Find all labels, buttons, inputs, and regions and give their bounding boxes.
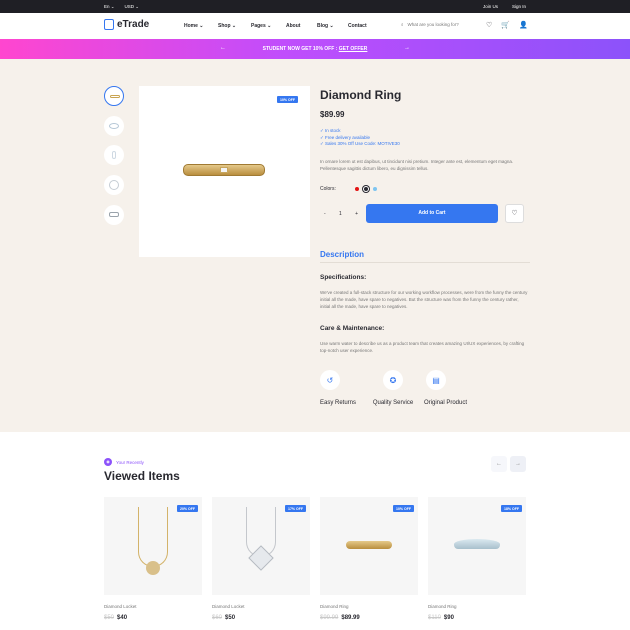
nav-shop[interactable]: Shop ⌄ [218, 23, 251, 29]
color-selector: Colors: [320, 186, 377, 192]
join-link[interactable]: Join Us [483, 4, 498, 9]
discount-badge: 20% OFF [177, 505, 198, 512]
card-name: Diamond Ring [320, 604, 349, 609]
discount-badge: 10% OFF [277, 96, 298, 103]
quantity-stepper: - 1 + [320, 204, 362, 223]
banner-text: STUDENT NOW GET 10% OFF : [262, 46, 339, 52]
top-bar: En ⌄ USD ⌄ Join Us Sign In [0, 0, 630, 13]
prev-arrow-icon[interactable]: ← [491, 456, 507, 472]
locket-image [138, 507, 168, 567]
bag-icon [104, 19, 114, 30]
color-swatch-red[interactable] [354, 187, 359, 191]
ring-image [183, 164, 265, 176]
feature-item: ✓ Sales 30% Off Use Code: MOTIVE30 [320, 141, 400, 146]
main-nav: Home ⌄ Shop ⌄ Pages ⌄ About Blog ⌄ Conta… [184, 23, 367, 29]
heart-icon[interactable]: ♡ [486, 21, 492, 29]
return-icon: ↺ [320, 370, 340, 390]
care-text: Use warm water to describe us as a produ… [320, 341, 525, 353]
search-input[interactable]: ⌕ What are you looking for? [401, 22, 459, 27]
product-card[interactable]: 18% OFF [428, 497, 526, 595]
thumbnail[interactable] [104, 175, 124, 195]
logo-text: eTrade [117, 19, 150, 30]
spec-title: Specifications: [320, 274, 367, 281]
arrow-right-icon[interactable]: → [404, 45, 410, 51]
main-product-image: 10% OFF [139, 86, 310, 257]
section-title: Viewed Items [104, 469, 180, 483]
card-price: $99.99 $89.99 [320, 615, 360, 621]
product-section [0, 59, 630, 432]
logo[interactable]: eTrade [104, 19, 149, 30]
discount-badge: 17% OFF [285, 505, 306, 512]
ring-image [454, 539, 500, 549]
care-title: Care & Maintenance: [320, 325, 385, 332]
plus-button[interactable]: + [355, 211, 358, 217]
ring-image [346, 541, 392, 549]
discount-badge: 18% OFF [501, 505, 522, 512]
wishlist-button[interactable]: ♡ [505, 204, 524, 223]
thumbnail[interactable] [104, 145, 124, 165]
cart-icon[interactable]: 🛒 [501, 21, 510, 29]
original-icon: ▤ [426, 370, 446, 390]
product-card[interactable]: 10% OFF [320, 497, 418, 595]
thumbnail[interactable] [104, 86, 124, 106]
currency-select[interactable]: USD ⌄ [125, 4, 140, 10]
discount-badge: 10% OFF [393, 505, 414, 512]
nav-contact[interactable]: Contact [348, 23, 367, 29]
nav-blog[interactable]: Blog ⌄ [317, 23, 348, 29]
product-card[interactable]: 20% OFF [104, 497, 202, 595]
product-title: Diamond Ring [320, 88, 402, 102]
nav-pages[interactable]: Pages ⌄ [251, 23, 286, 29]
recent-tag: ◉ Your Recently [104, 458, 144, 466]
product-price: $89.99 [320, 110, 345, 119]
service-quality: ✪ Quality Service [368, 370, 418, 406]
next-arrow-icon[interactable]: → [510, 456, 526, 472]
divider [320, 262, 530, 263]
feature-list: ✓ In stock ✓ Free delivery available ✓ S… [320, 128, 400, 148]
nav-home[interactable]: Home ⌄ [184, 23, 218, 29]
language-select[interactable]: En ⌄ [104, 4, 115, 10]
product-description: In ornare lorem ut est dapibus, ut tinci… [320, 159, 514, 171]
color-swatch-blue[interactable] [372, 187, 377, 191]
get-offer-link[interactable]: GET OFFER [339, 46, 368, 52]
search-icon: ⌕ [401, 22, 404, 27]
product-card[interactable]: 17% OFF [212, 497, 310, 595]
card-name: Diamond Locket [212, 604, 245, 609]
heart-icon: ♡ [511, 210, 518, 217]
card-name: Diamond Locket [104, 604, 137, 609]
color-swatch-black[interactable] [363, 187, 368, 191]
nav-about[interactable]: About [286, 23, 317, 29]
tab-description[interactable]: Description [320, 250, 364, 259]
promo-banner: ← STUDENT NOW GET 10% OFF : GET OFFER → [0, 39, 630, 59]
search-placeholder: What are you looking for? [407, 22, 459, 27]
thumbnail[interactable] [104, 116, 124, 136]
card-price: $110 $90 [428, 615, 454, 621]
header: eTrade Home ⌄ Shop ⌄ Pages ⌄ About Blog … [0, 13, 630, 39]
minus-button[interactable]: - [324, 211, 326, 217]
card-price: $60 $50 [212, 615, 236, 621]
quality-badge-icon: ✪ [383, 370, 403, 390]
user-icon[interactable]: 👤 [519, 21, 528, 29]
quantity-value[interactable]: 1 [339, 211, 342, 217]
thumbnail[interactable] [104, 205, 124, 225]
card-name: Diamond Ring [428, 604, 457, 609]
spec-text: We've created a full-stack structure for… [320, 290, 528, 309]
service-easy-returns: ↺ Easy Returns [320, 370, 360, 406]
colors-label: Colors: [320, 186, 336, 192]
signin-link[interactable]: Sign In [512, 4, 526, 9]
service-original: ▤ Original Product [424, 370, 478, 406]
eye-icon: ◉ [104, 458, 112, 466]
add-to-cart-button[interactable]: Add to Cart [366, 204, 498, 223]
card-price: $50 $40 [104, 615, 128, 621]
